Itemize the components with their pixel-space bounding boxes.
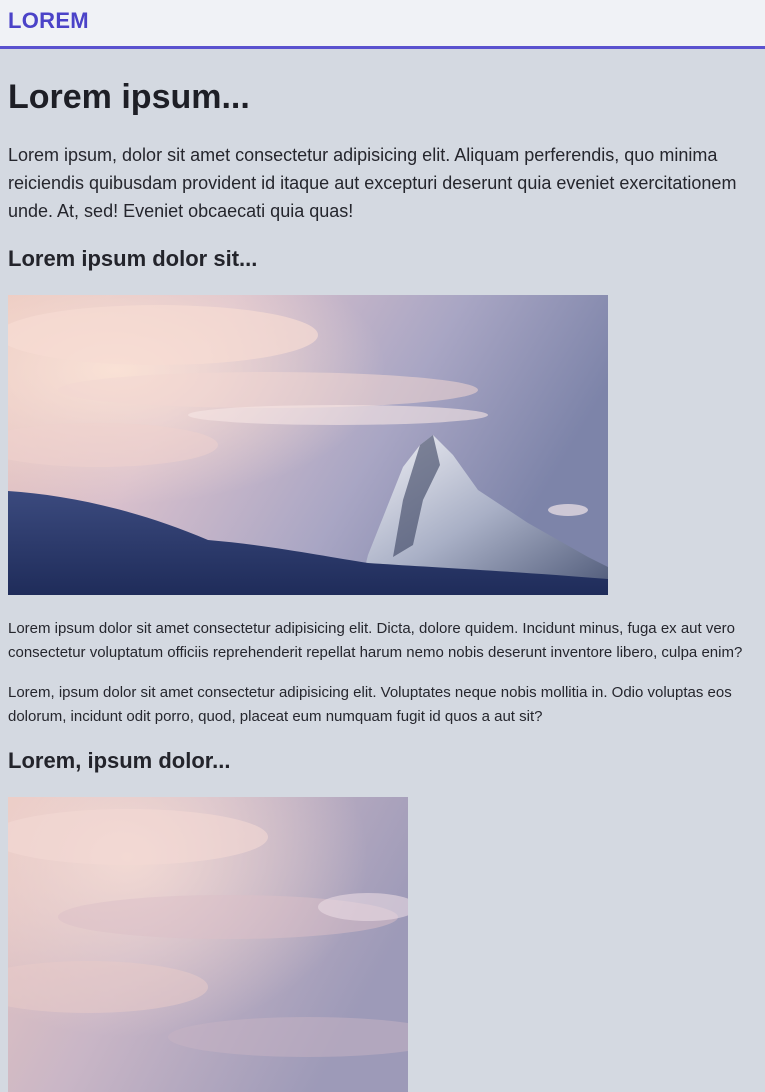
sky-photo — [8, 797, 408, 1092]
section-heading-1: Lorem ipsum dolor sit... — [8, 246, 258, 271]
site-header: LOREM — [0, 0, 765, 49]
page-title: Lorem ipsum... — [8, 78, 250, 116]
section-1-paragraph-1: Lorem ipsum dolor sit amet consectetur a… — [8, 620, 743, 661]
section-1-paragraph-2: Lorem, ipsum dolor sit amet consectetur … — [8, 684, 732, 725]
mountain-photo — [8, 295, 608, 595]
main-content: Lorem ipsum... Lorem ipsum, dolor sit am… — [0, 77, 765, 1092]
intro-paragraph: Lorem ipsum, dolor sit amet consectetur … — [8, 145, 737, 221]
section-heading-2: Lorem, ipsum dolor... — [8, 748, 231, 773]
site-logo[interactable]: LOREM — [8, 8, 89, 34]
